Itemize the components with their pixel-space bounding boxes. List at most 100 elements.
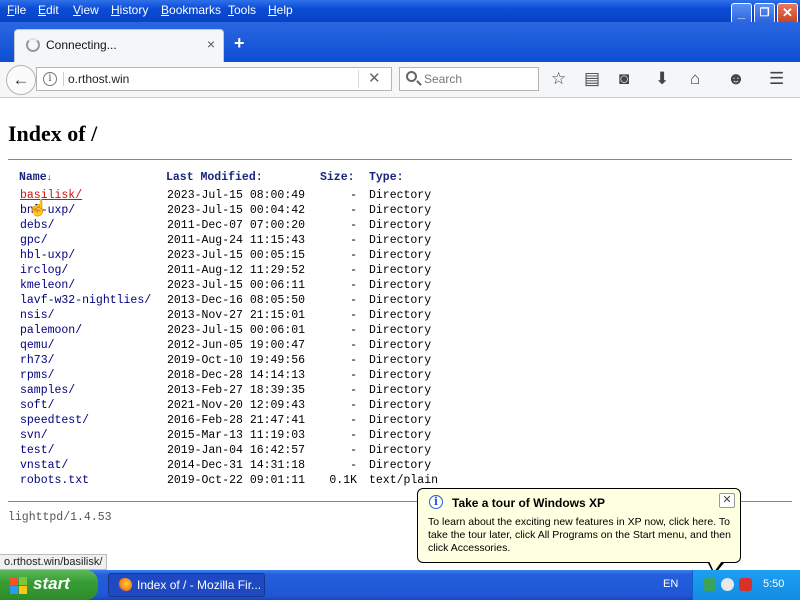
directory-link[interactable]: robots.txt xyxy=(20,474,89,487)
column-header-name[interactable]: Name↓ xyxy=(19,171,52,184)
size-cell: - xyxy=(350,189,357,202)
tour-balloon[interactable]: i Take a tour of Windows XP ✕ To learn a… xyxy=(417,488,741,575)
size-cell: - xyxy=(350,354,357,367)
balloon-title: Take a tour of Windows XP xyxy=(452,496,606,510)
new-tab-button[interactable]: + xyxy=(234,33,245,54)
bookmark-star-icon[interactable]: ☆ xyxy=(551,70,566,88)
directory-link[interactable]: qemu/ xyxy=(20,339,55,352)
last-modified-cell: 2019-Jan-04 16:42:57 xyxy=(167,444,306,457)
search-bar[interactable]: Search xyxy=(399,67,539,91)
size-cell: - xyxy=(350,294,357,307)
size-cell: - xyxy=(350,264,357,277)
directory-link[interactable]: gpc/ xyxy=(20,234,48,247)
balloon-body[interactable]: To learn about the exciting new features… xyxy=(428,516,738,555)
taskbar-firefox-button[interactable]: Index of / - Mozilla Fir... xyxy=(108,573,265,597)
directory-link[interactable]: hbl-uxp/ xyxy=(20,249,75,262)
windows-tour-icon[interactable] xyxy=(721,578,734,591)
menu-view[interactable]: View xyxy=(73,3,99,17)
search-icon xyxy=(406,71,417,82)
tab-close-icon[interactable]: × xyxy=(207,36,215,52)
firefox-icon xyxy=(118,578,132,592)
taskbar-item-label: Index of / - Mozilla Fir... xyxy=(137,578,262,592)
directory-link[interactable]: kmeleon/ xyxy=(20,279,75,292)
size-cell: - xyxy=(350,234,357,247)
loading-spinner-icon xyxy=(26,38,40,52)
size-cell: - xyxy=(350,279,357,292)
last-modified-cell: 2011-Dec-07 07:00:20 xyxy=(167,219,306,232)
type-cell: Directory xyxy=(369,234,432,247)
url-separator xyxy=(358,70,359,88)
last-modified-cell: 2013-Feb-27 18:39:35 xyxy=(167,384,306,397)
directory-link[interactable]: speedtest/ xyxy=(20,414,89,427)
type-cell: Directory xyxy=(369,369,432,382)
directory-link[interactable]: test/ xyxy=(20,444,55,457)
size-cell: - xyxy=(350,249,357,262)
page-content: Index of / Name↓ Last Modified: Size: Ty… xyxy=(0,99,800,550)
type-cell: Directory xyxy=(369,354,432,367)
reading-list-icon[interactable]: ▤ xyxy=(584,70,600,88)
column-header-size[interactable]: Size: xyxy=(320,171,355,184)
search-placeholder: Search xyxy=(424,72,463,86)
directory-link[interactable]: vnstat/ xyxy=(20,459,68,472)
close-window-button[interactable]: ✕ xyxy=(777,3,798,24)
menu-history[interactable]: History xyxy=(111,3,148,17)
network-icon[interactable] xyxy=(703,578,716,591)
menu-edit[interactable]: Edit xyxy=(38,3,59,17)
minimize-button[interactable]: _ xyxy=(731,3,752,24)
hamburger-menu-icon[interactable]: ☰ xyxy=(769,70,784,88)
download-icon[interactable]: ⬇ xyxy=(655,70,669,88)
type-cell: text/plain xyxy=(369,474,439,487)
sort-arrow-icon: ↓ xyxy=(46,173,53,183)
size-cell: - xyxy=(350,219,357,232)
menu-file[interactable]: File xyxy=(7,3,26,17)
type-cell: Directory xyxy=(369,309,432,322)
last-modified-cell: 2019-Oct-10 19:49:56 xyxy=(167,354,306,367)
directory-link[interactable]: soft/ xyxy=(20,399,55,412)
url-bar[interactable]: i o.rthost.win ✕ xyxy=(36,67,392,91)
menu-bookmarks[interactable]: Bookmarks xyxy=(161,3,221,17)
type-cell: Directory xyxy=(369,414,432,427)
last-modified-cell: 2013-Dec-16 08:05:50 xyxy=(167,294,306,307)
last-modified-cell: 2011-Aug-24 11:15:43 xyxy=(167,234,306,247)
directory-link[interactable]: debs/ xyxy=(20,219,55,232)
directory-link[interactable]: nsis/ xyxy=(20,309,55,322)
directory-link[interactable]: rpms/ xyxy=(20,369,55,382)
directory-link[interactable]: irclog/ xyxy=(20,264,68,277)
system-tray: 5:50 xyxy=(692,570,800,600)
menu-help[interactable]: Help xyxy=(268,3,293,17)
menu-tools[interactable]: Tools xyxy=(228,3,256,17)
server-signature: lighttpd/1.4.53 xyxy=(8,511,112,524)
column-header-modified[interactable]: Last Modified: xyxy=(166,171,263,184)
size-cell: - xyxy=(350,384,357,397)
last-modified-cell: 2011-Aug-12 11:29:52 xyxy=(167,264,306,277)
directory-link[interactable]: samples/ xyxy=(20,384,75,397)
last-modified-cell: 2023-Jul-15 00:06:11 xyxy=(167,279,306,292)
pocket-icon[interactable]: ◙ xyxy=(619,70,629,88)
tab-active[interactable]: Connecting... × xyxy=(14,29,224,62)
last-modified-cell: 2018-Dec-28 14:14:13 xyxy=(167,369,306,382)
directory-link[interactable]: svn/ xyxy=(20,429,48,442)
language-indicator[interactable]: EN xyxy=(663,578,678,590)
security-shield-icon[interactable] xyxy=(739,578,752,591)
directory-link[interactable]: rh73/ xyxy=(20,354,55,367)
tab-strip: Connecting... × + xyxy=(0,22,800,62)
smiley-icon[interactable]: ☻ xyxy=(727,70,745,88)
balloon-close-button[interactable]: ✕ xyxy=(719,493,735,508)
size-cell: - xyxy=(350,324,357,337)
site-info-icon[interactable]: i xyxy=(43,72,57,86)
last-modified-cell: 2016-Feb-28 21:47:41 xyxy=(167,414,306,427)
size-cell: - xyxy=(350,414,357,427)
last-modified-cell: 2015-Mar-13 11:19:03 xyxy=(167,429,306,442)
windows-logo-icon xyxy=(10,577,27,594)
column-header-type[interactable]: Type: xyxy=(369,171,404,184)
home-icon[interactable]: ⌂ xyxy=(690,70,700,88)
restore-button[interactable]: ❐ xyxy=(754,3,775,24)
back-button[interactable]: ← xyxy=(6,65,36,95)
url-text[interactable]: o.rthost.win xyxy=(68,72,129,86)
stop-loading-icon[interactable]: ✕ xyxy=(368,69,381,87)
type-cell: Directory xyxy=(369,399,432,412)
start-button[interactable]: start xyxy=(0,570,98,600)
directory-link[interactable]: palemoon/ xyxy=(20,324,82,337)
directory-link[interactable]: lavf-w32-nightlies/ xyxy=(20,294,151,307)
navigation-toolbar: i o.rthost.win ✕ ← Search ☆ ▤ ◙ ⬇ ⌂ ☻ ☰ xyxy=(0,62,800,98)
